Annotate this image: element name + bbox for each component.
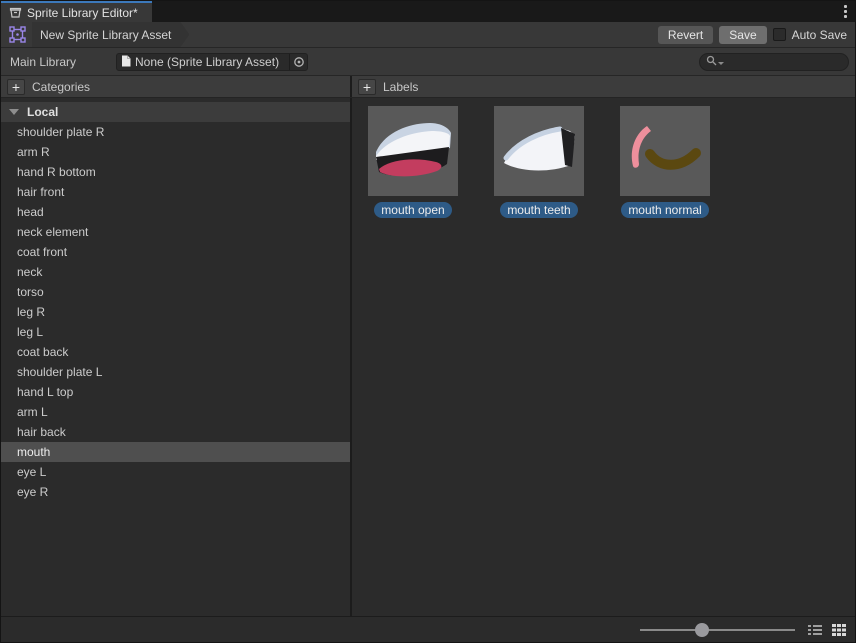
toolbar-actions: Revert Save Auto Save: [658, 26, 847, 44]
sprite-library-editor-window: Sprite Library Editor* New Sprite Librar…: [0, 0, 856, 643]
breadcrumb-new-sprite-library-asset[interactable]: New Sprite Library Asset: [32, 22, 189, 47]
sprite-item-mouth-teeth: mouth teeth: [494, 106, 584, 218]
breadcrumb-label: New Sprite Library Asset: [40, 28, 171, 42]
labels-title: Labels: [383, 80, 418, 94]
toolbar: New Sprite Library Asset Revert Save Aut…: [1, 22, 855, 48]
list-view-icon[interactable]: [807, 622, 823, 638]
categories-panel: Local shoulder plate Rarm Rhand R bottom…: [1, 98, 352, 616]
sprite-thumbnail-mouth-open[interactable]: [368, 106, 458, 196]
category-item[interactable]: arm L: [1, 402, 350, 422]
category-list: shoulder plate Rarm Rhand R bottomhair f…: [1, 122, 350, 502]
local-foldout[interactable]: Local: [1, 102, 350, 122]
category-item[interactable]: hand L top: [1, 382, 350, 402]
foldout-triangle-icon: [9, 109, 19, 115]
main-library-label: Main Library: [10, 55, 76, 69]
search-input[interactable]: [727, 55, 842, 69]
category-item[interactable]: hair front: [1, 182, 350, 202]
local-group-label: Local: [27, 105, 58, 119]
categories-title: Categories: [32, 80, 90, 94]
auto-save-checkbox[interactable]: [773, 28, 786, 41]
thumbnail-size-slider[interactable]: [640, 617, 795, 643]
category-item[interactable]: coat front: [1, 242, 350, 262]
main-library-object-field[interactable]: None (Sprite Library Asset): [116, 53, 308, 71]
category-item[interactable]: shoulder plate L: [1, 362, 350, 382]
category-item[interactable]: hair back: [1, 422, 350, 442]
labels-panel: mouth open mouth teeth: [352, 98, 855, 616]
sprite-label-pill[interactable]: mouth open: [374, 202, 451, 218]
grid-view-icon[interactable]: [831, 622, 847, 638]
category-item[interactable]: mouth: [1, 442, 350, 462]
tab-title: Sprite Library Editor*: [27, 6, 138, 20]
object-field-value: None (Sprite Library Asset): [135, 55, 289, 69]
categories-header: + Categories: [1, 76, 352, 97]
category-item[interactable]: neck element: [1, 222, 350, 242]
category-item[interactable]: head: [1, 202, 350, 222]
main-library-row: Main Library None (Sprite Library Asset): [1, 48, 855, 76]
sprite-item-mouth-normal: mouth normal: [620, 106, 710, 218]
labels-header: + Labels: [352, 76, 855, 97]
thumbnail-size-slider-knob[interactable]: [695, 623, 709, 637]
category-item[interactable]: arm R: [1, 142, 350, 162]
category-item[interactable]: coat back: [1, 342, 350, 362]
sprite-thumbnail-mouth-teeth[interactable]: [494, 106, 584, 196]
category-item[interactable]: leg L: [1, 322, 350, 342]
kebab-menu-icon[interactable]: [844, 1, 847, 22]
add-label-button[interactable]: +: [358, 79, 376, 95]
bottom-bar: [1, 616, 855, 642]
object-picker-icon[interactable]: [289, 54, 307, 70]
search-icon: [706, 55, 717, 69]
category-item[interactable]: torso: [1, 282, 350, 302]
search-filter-caret-icon: [718, 62, 724, 65]
revert-button[interactable]: Revert: [658, 26, 713, 44]
category-item[interactable]: leg R: [1, 302, 350, 322]
category-item[interactable]: eye R: [1, 482, 350, 502]
sprite-library-asset-icon: [9, 26, 26, 43]
add-category-button[interactable]: +: [7, 79, 25, 95]
sprite-item-mouth-open: mouth open: [368, 106, 458, 218]
tab-sprite-library-editor[interactable]: Sprite Library Editor*: [1, 1, 152, 22]
sprite-label-pill[interactable]: mouth normal: [621, 202, 708, 218]
category-item[interactable]: hand R bottom: [1, 162, 350, 182]
category-item[interactable]: neck: [1, 262, 350, 282]
category-item[interactable]: shoulder plate R: [1, 122, 350, 142]
editor-body: Local shoulder plate Rarm Rhand R bottom…: [1, 98, 855, 616]
asset-file-icon: [121, 55, 131, 70]
category-item[interactable]: eye L: [1, 462, 350, 482]
sprite-thumbnail-mouth-normal[interactable]: [620, 106, 710, 196]
slider-track: [640, 629, 795, 631]
tab-bar: Sprite Library Editor*: [1, 1, 855, 22]
auto-save-label: Auto Save: [792, 28, 847, 42]
save-button[interactable]: Save: [719, 26, 766, 44]
sprite-label-pill[interactable]: mouth teeth: [500, 202, 577, 218]
search-field[interactable]: [699, 53, 849, 71]
sprite-library-window-icon: [9, 6, 22, 19]
panel-headers: + Categories + Labels: [1, 76, 855, 98]
